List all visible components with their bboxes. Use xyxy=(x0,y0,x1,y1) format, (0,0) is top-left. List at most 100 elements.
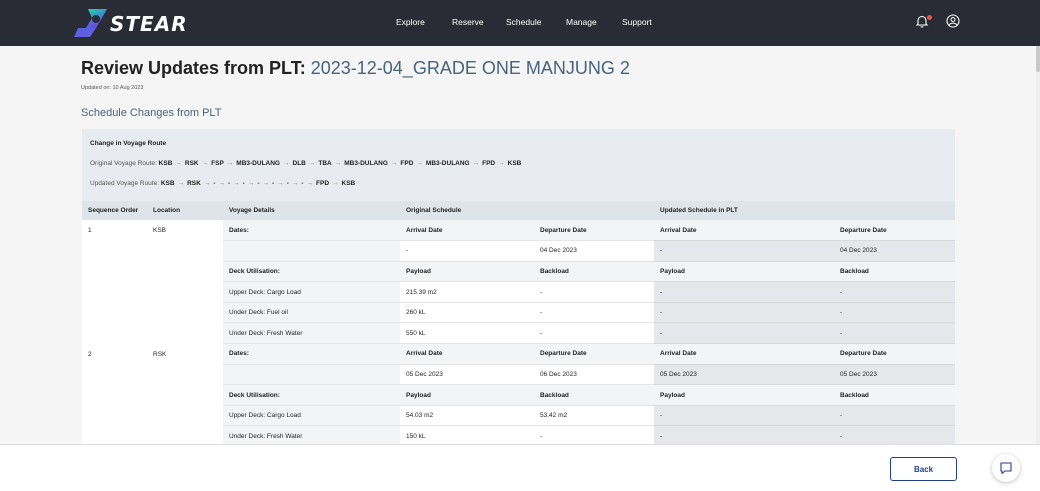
plt-name: 2023-12-04_GRADE ONE MANJUNG 2 xyxy=(310,58,630,78)
scrollbar-thumb[interactable] xyxy=(1036,46,1040,72)
sequence-order-cell: 2 xyxy=(82,343,147,444)
location-cell: KSB xyxy=(147,220,223,344)
route-stop: RSK xyxy=(184,160,199,167)
updated-value-cell: 05 Dec 2023 xyxy=(654,364,834,386)
route-heading: Change in Voyage Route xyxy=(90,140,167,147)
back-button[interactable]: Back xyxy=(890,457,957,481)
nav-manage[interactable]: Manage xyxy=(566,17,597,27)
table-row: 2 RSK Dates: Arrival Date Departure Date Arri… xyxy=(82,343,955,444)
original-value-cell: 54.03 m2 xyxy=(400,405,534,427)
original-value-cell: - xyxy=(534,322,654,345)
updated-value-cell: - xyxy=(654,425,834,444)
original-value-cell: Arrival Date xyxy=(400,343,534,365)
table-body: 1 KSB Dates: Arrival Date Departure Date Arri… xyxy=(82,220,955,444)
route-arrow-icon: → xyxy=(390,160,398,167)
page-title-prefix: Review Updates from PLT: xyxy=(81,58,306,78)
notification-badge xyxy=(927,15,932,20)
updated-value-cell: - xyxy=(834,322,955,345)
voyage-detail-cell: Deck Utilisation: xyxy=(223,261,400,283)
route-stop: RSK xyxy=(187,180,201,187)
original-value-cell: 150 kL xyxy=(400,425,534,444)
original-value-cell: Payload xyxy=(400,384,534,406)
original-value-cell: - xyxy=(534,425,654,444)
original-value-cell: - xyxy=(400,240,534,262)
nav-schedule[interactable]: Schedule xyxy=(506,17,541,27)
nav-support[interactable]: Support xyxy=(622,17,652,27)
route-arrow-icon: → xyxy=(201,160,209,167)
route-stop: MB3-DULANG xyxy=(425,160,470,167)
section-title: Schedule Changes from PLT xyxy=(81,107,222,119)
updated-value-cell: - xyxy=(654,322,834,345)
route-arrow-icon: → xyxy=(247,180,255,187)
route-arrow-icon: → xyxy=(416,160,423,167)
updated-value-cell: Departure Date xyxy=(834,220,955,242)
col-original-schedule: Original Schedule xyxy=(400,201,654,220)
updated-on: Updated on: 10 Aug 2023 xyxy=(81,85,144,91)
updated-value-cell: - xyxy=(654,405,834,427)
updated-value-cell: Departure Date xyxy=(834,343,955,365)
updated-value-cell: - xyxy=(654,240,834,262)
table-row: 1 KSB Dates: Arrival Date Departure Date Arri… xyxy=(82,220,955,344)
route-arrow-icon: → xyxy=(175,160,182,167)
updated-value-cell: Backload xyxy=(834,384,955,406)
original-value-cell: 06 Dec 2023 xyxy=(534,364,654,386)
updated-value-cell: - xyxy=(834,302,955,324)
route-arrow-icon: → xyxy=(283,160,290,167)
original-route-stops: KSB → RSK → FSP → MB3-DULANG → DLB → TBA → MB3-DULAN… xyxy=(159,160,522,167)
updated-value-cell: - xyxy=(834,405,955,427)
nav-explore[interactable]: Explore xyxy=(396,17,425,27)
original-value-cell: 04 Dec 2023 xyxy=(534,240,654,262)
sequence-order-cell: 1 xyxy=(82,220,147,344)
original-value-cell: Departure Date xyxy=(534,343,654,365)
route-stop: - xyxy=(242,180,245,187)
route-arrow-icon: → xyxy=(262,180,270,187)
route-stop: MB3-DULANG xyxy=(236,160,280,167)
route-stop: - xyxy=(227,180,231,187)
nav-reserve[interactable]: Reserve xyxy=(452,17,484,27)
route-arrow-icon: → xyxy=(203,180,211,187)
route-stop: FSP xyxy=(211,160,224,167)
route-arrow-icon: → xyxy=(306,180,314,187)
route-stop: KSB xyxy=(341,180,356,187)
updated-value-cell: Backload xyxy=(834,261,955,283)
voyage-detail-cell: Under Deck: Fresh Water xyxy=(223,322,400,345)
table-header-row: Sequence Order Location Voyage Details O… xyxy=(82,201,955,220)
col-voyage-details: Voyage Details xyxy=(223,201,400,220)
route-stop: - xyxy=(286,180,289,187)
location-cell: RSK xyxy=(147,343,223,444)
voyage-detail-cell: Under Deck: Fresh Water xyxy=(223,425,400,444)
route-stop: - xyxy=(272,180,275,187)
route-stop: FPD xyxy=(316,180,330,187)
user-account-icon[interactable] xyxy=(946,14,960,28)
route-arrow-icon: → xyxy=(472,160,480,167)
route-stop: KSB xyxy=(507,160,522,167)
route-stop: - xyxy=(257,180,260,187)
route-arrow-icon: → xyxy=(233,180,240,187)
updated-value-cell: - xyxy=(654,281,834,303)
original-route: Original Voyage Route: KSB → RSK → FSP → MB3-D… xyxy=(90,160,521,167)
original-value-cell: - xyxy=(534,302,654,324)
chat-button[interactable] xyxy=(992,454,1020,482)
route-stop: - xyxy=(213,180,216,187)
original-value-cell: - xyxy=(534,281,654,303)
route-stop: KSB xyxy=(160,180,175,187)
original-value-cell: 550 kL xyxy=(400,322,534,345)
route-arrow-icon: → xyxy=(226,160,234,167)
top-navbar: STEAR Explore Reserve Schedule Manage Su… xyxy=(0,0,1040,46)
voyage-detail-cell: Dates: xyxy=(223,343,400,365)
voyage-detail-cell: Under Deck: Fuel oil xyxy=(223,302,400,324)
route-arrow-icon: → xyxy=(498,160,505,167)
voyage-detail-cell: Upper Deck: Cargo Load xyxy=(223,281,400,303)
voyage-detail-cell: Deck Utilisation: xyxy=(223,384,400,406)
updated-value-cell: - xyxy=(654,302,834,324)
voyage-detail-cell xyxy=(223,240,400,262)
original-value-cell: Arrival Date xyxy=(400,220,534,242)
updated-value-cell: 04 Dec 2023 xyxy=(834,240,955,262)
updated-value-cell: - xyxy=(834,281,955,303)
stear-logo[interactable]: STEAR xyxy=(74,8,187,38)
original-route-label: Original Voyage Route: xyxy=(90,160,157,167)
vertical-scrollbar[interactable] xyxy=(1036,46,1040,444)
col-sequence-order: Sequence Order xyxy=(82,201,147,220)
route-arrow-icon: → xyxy=(277,180,284,187)
original-value-cell: Backload xyxy=(534,384,654,406)
